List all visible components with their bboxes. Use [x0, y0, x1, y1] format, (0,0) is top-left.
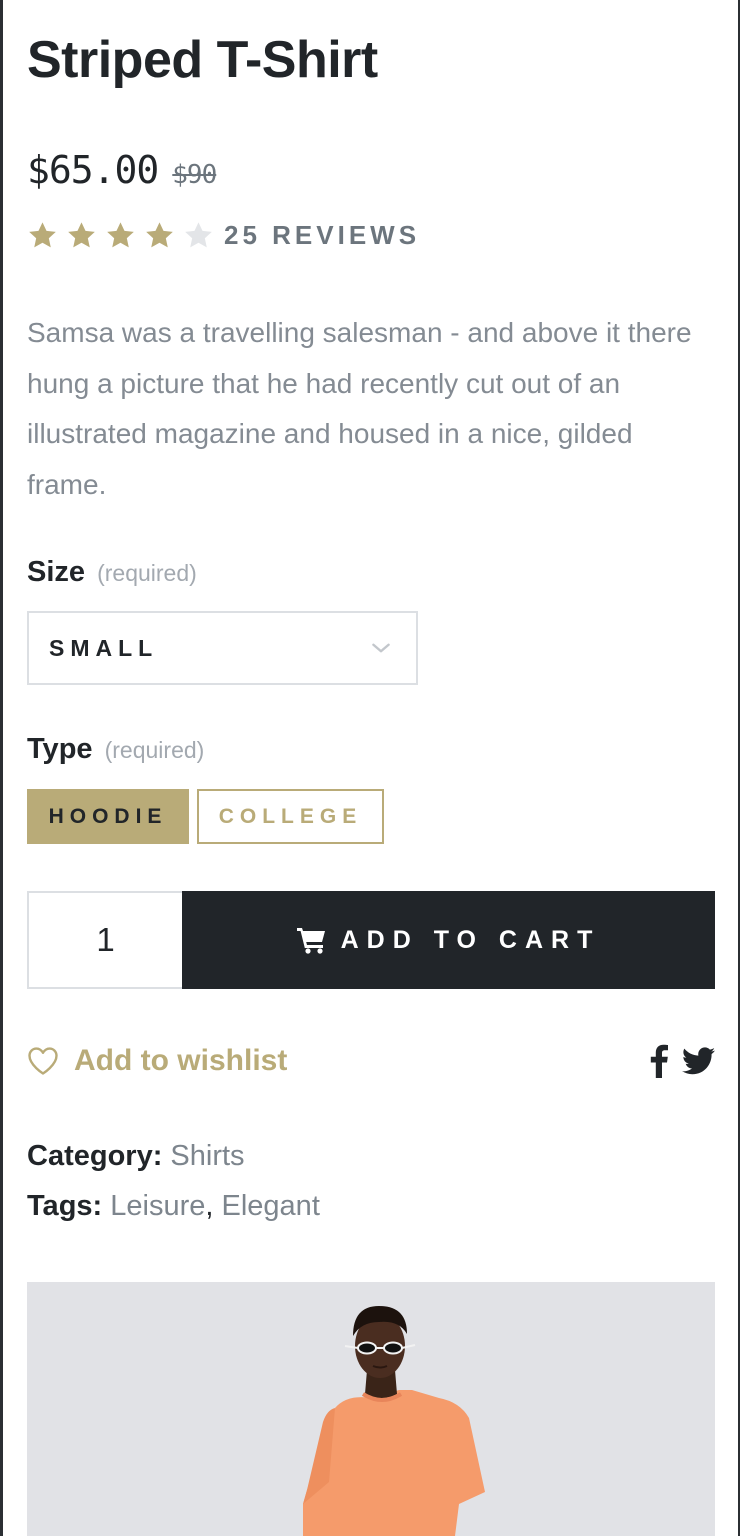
- type-label: Type (required): [27, 733, 204, 766]
- star-icon: [185, 222, 212, 248]
- size-label-text: Size: [27, 556, 86, 588]
- star-rating: [27, 220, 222, 251]
- type-required-note: (required): [104, 737, 205, 763]
- share-links: [650, 1044, 715, 1078]
- old-price: $90: [172, 160, 217, 190]
- reviews-link[interactable]: 25 REVIEWS: [224, 220, 420, 251]
- tags-key: Tags:: [27, 1190, 103, 1222]
- chevron-down-icon: [372, 643, 390, 653]
- rating-row: 25 REVIEWS: [27, 220, 420, 251]
- tag-link[interactable]: Leisure: [110, 1190, 205, 1222]
- tag-link[interactable]: Elegant: [222, 1190, 320, 1222]
- product-title: Striped T-Shirt: [27, 31, 378, 89]
- size-select[interactable]: SMALL: [27, 611, 418, 685]
- tag-separator: ,: [205, 1190, 214, 1222]
- quantity-input[interactable]: 1: [27, 891, 182, 989]
- type-options: HOODIE COLLEGE: [27, 789, 384, 844]
- star-icon: [29, 222, 56, 248]
- category-link[interactable]: Shirts: [170, 1140, 244, 1172]
- type-option-college[interactable]: COLLEGE: [197, 789, 384, 844]
- size-label: Size (required): [27, 556, 197, 589]
- facebook-icon[interactable]: [650, 1044, 668, 1078]
- cart-icon: [296, 928, 325, 954]
- type-option-hoodie[interactable]: HOODIE: [27, 789, 189, 844]
- twitter-icon[interactable]: [682, 1047, 715, 1075]
- add-to-cart-button[interactable]: ADD TO CART: [182, 891, 715, 989]
- product-tags: Tags: Leisure, Elegant: [27, 1190, 320, 1223]
- add-to-wishlist-link[interactable]: Add to wishlist: [27, 1044, 287, 1078]
- wishlist-share-row: Add to wishlist: [27, 1038, 715, 1084]
- type-label-text: Type: [27, 733, 93, 765]
- price-row: $65.00 $90: [27, 148, 217, 192]
- star-icon: [68, 222, 95, 248]
- product-image[interactable]: [27, 1282, 715, 1536]
- current-price: $65.00: [27, 148, 159, 192]
- add-to-cart-label: ADD TO CART: [340, 925, 601, 954]
- heart-icon: [28, 1047, 58, 1075]
- product-photo: [303, 1306, 485, 1536]
- size-select-value: SMALL: [49, 634, 159, 661]
- add-to-cart-row: 1 ADD TO CART: [27, 891, 715, 989]
- product-category: Category: Shirts: [27, 1140, 245, 1173]
- product-description: Samsa was a travelling salesman - and ab…: [27, 317, 692, 500]
- star-icon: [146, 222, 173, 248]
- window-left-border: [0, 0, 3, 1536]
- star-icon: [107, 222, 134, 248]
- category-key: Category:: [27, 1140, 163, 1172]
- wishlist-label: Add to wishlist: [74, 1044, 288, 1077]
- size-required-note: (required): [97, 560, 197, 586]
